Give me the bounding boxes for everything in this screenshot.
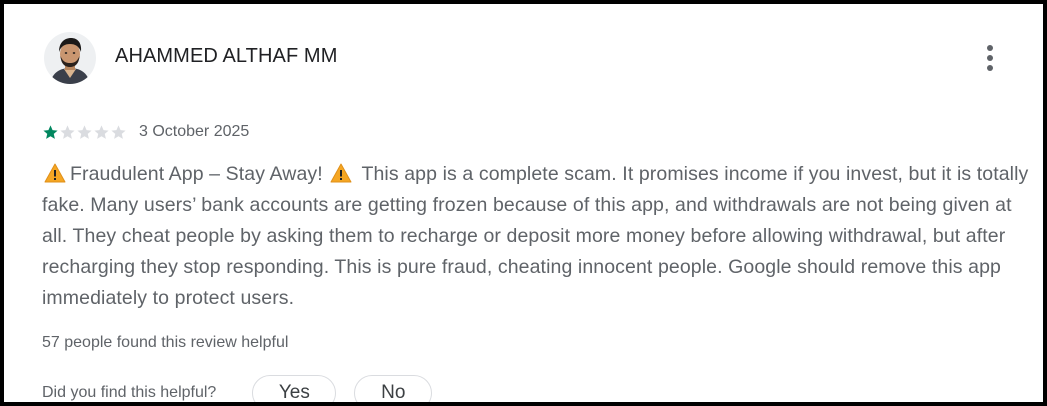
- review-body: Fraudulent App – Stay Away! This app is …: [42, 159, 1037, 314]
- no-button[interactable]: No: [354, 375, 433, 402]
- star-filled-icon: [43, 124, 58, 139]
- more-vert-icon: [987, 45, 993, 51]
- avatar-photo: [44, 32, 96, 84]
- star-rating: [42, 124, 127, 141]
- star-empty-icon: [77, 124, 92, 139]
- rating-row: 3 October 2025: [42, 120, 249, 144]
- review-title: Fraudulent App – Stay Away!: [70, 163, 323, 185]
- more-options-button[interactable]: [976, 38, 1004, 78]
- star-empty-icon: [94, 124, 109, 139]
- more-vert-icon-dot: [987, 55, 993, 61]
- review-date: 3 October 2025: [139, 123, 250, 140]
- helpful-question: Did you find this helpful?: [42, 384, 217, 401]
- review-card: AHAMMED ALTHAF MM 3 October 2025 Fraudul…: [0, 0, 1047, 406]
- more-vert-icon-dot: [987, 65, 993, 71]
- warning-icon: [330, 162, 352, 183]
- star-empty-icon: [60, 124, 75, 139]
- star-empty-icon: [111, 124, 126, 139]
- avatar: [44, 32, 96, 84]
- helpful-row: Did you find this helpful? Yes No: [42, 375, 433, 402]
- yes-button[interactable]: Yes: [252, 375, 337, 402]
- helpful-count: 57 people found this review helpful: [42, 334, 289, 351]
- reviewer-name: AHAMMED ALTHAF MM: [115, 45, 338, 67]
- warning-icon: [44, 162, 66, 183]
